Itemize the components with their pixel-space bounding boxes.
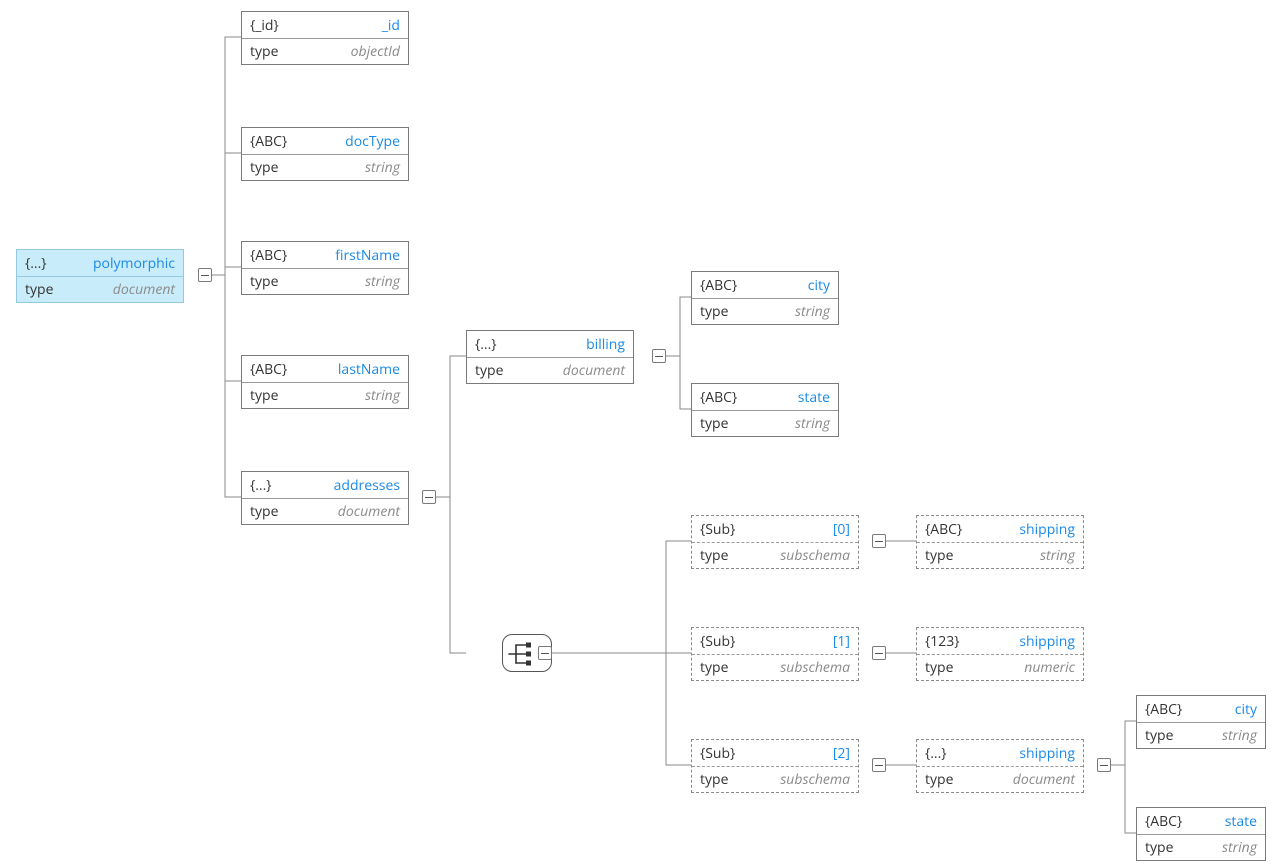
collapse-toggle[interactable]	[872, 758, 886, 772]
node-tag: {ABC}	[700, 276, 737, 295]
node-type: subschema	[728, 770, 850, 789]
type-label: type	[700, 658, 728, 677]
node-type: numeric	[953, 658, 1075, 677]
node-type: document	[953, 770, 1075, 789]
collapse-toggle[interactable]	[872, 534, 886, 548]
node-name: state	[737, 388, 830, 407]
node-billing-city[interactable]: {ABC}city typestring	[691, 271, 839, 325]
node-shipping-numeric[interactable]: {123}shipping typenumeric	[916, 627, 1084, 681]
branch-icon	[507, 639, 535, 669]
node-tag: {ABC}	[250, 360, 287, 379]
node-tag: {...}	[25, 254, 47, 273]
node-billing[interactable]: {...}billing typedocument	[466, 330, 634, 384]
node-type: string	[278, 158, 400, 177]
node-tag: {ABC}	[925, 520, 962, 539]
node-name: [1]	[735, 632, 850, 651]
node-id[interactable]: {_id}_id typeobjectId	[241, 11, 409, 65]
connector-lines	[0, 0, 1284, 864]
schema-diagram: {...}polymorphic typedocument {_id}_id t…	[0, 0, 1284, 864]
node-tag: {ABC}	[1145, 700, 1182, 719]
node-name: city	[1182, 700, 1257, 719]
node-tag: {_id}	[250, 16, 279, 35]
node-name: state	[1182, 812, 1257, 831]
node-name: shipping	[960, 632, 1075, 651]
node-tag: {ABC}	[700, 388, 737, 407]
node-sub2[interactable]: {Sub}[2] typesubschema	[691, 739, 859, 793]
type-label: type	[925, 770, 953, 789]
node-lastname[interactable]: {ABC}lastName typestring	[241, 355, 409, 409]
node-tag: {...}	[475, 335, 497, 354]
type-label: type	[700, 414, 728, 433]
node-name: addresses	[272, 476, 400, 495]
node-type: string	[953, 546, 1075, 565]
node-polymorphic[interactable]: {...}polymorphic typedocument	[16, 249, 184, 303]
collapse-toggle[interactable]	[872, 646, 886, 660]
node-sub1[interactable]: {Sub}[1] typesubschema	[691, 627, 859, 681]
collapse-toggle[interactable]	[422, 490, 436, 504]
node-shipping-document[interactable]: {...}shipping typedocument	[916, 739, 1084, 793]
node-name: polymorphic	[47, 254, 175, 273]
node-name: firstName	[287, 246, 400, 265]
node-type: string	[278, 272, 400, 291]
node-name: _id	[279, 16, 400, 35]
node-name: shipping	[947, 744, 1075, 763]
type-label: type	[1145, 726, 1173, 745]
node-type: document	[278, 502, 400, 521]
node-shipping-string[interactable]: {ABC}shipping typestring	[916, 515, 1084, 569]
node-type: string	[728, 414, 830, 433]
type-label: type	[250, 272, 278, 291]
node-tag: {123}	[925, 632, 960, 651]
type-label: type	[250, 502, 278, 521]
collapse-toggle[interactable]	[538, 646, 552, 660]
node-tag: {ABC}	[250, 246, 287, 265]
node-name: shipping	[962, 520, 1075, 539]
node-tag: {Sub}	[700, 520, 735, 539]
type-label: type	[925, 546, 953, 565]
node-addresses[interactable]: {...}addresses typedocument	[241, 471, 409, 525]
node-type: document	[503, 361, 625, 380]
node-name: billing	[497, 335, 625, 354]
node-type: subschema	[728, 546, 850, 565]
node-shipping-state[interactable]: {ABC}state typestring	[1136, 807, 1266, 861]
node-name: [2]	[735, 744, 850, 763]
node-type: string	[1173, 726, 1257, 745]
node-sub0[interactable]: {Sub}[0] typesubschema	[691, 515, 859, 569]
type-label: type	[250, 42, 278, 61]
node-type: document	[53, 280, 175, 299]
node-type: subschema	[728, 658, 850, 677]
node-type: string	[1173, 838, 1257, 857]
type-label: type	[700, 770, 728, 789]
node-tag: {ABC}	[1145, 812, 1182, 831]
node-type: string	[278, 386, 400, 405]
node-tag: {Sub}	[700, 744, 735, 763]
type-label: type	[700, 302, 728, 321]
collapse-toggle[interactable]	[198, 268, 212, 282]
node-firstname[interactable]: {ABC}firstName typestring	[241, 241, 409, 295]
node-tag: {...}	[925, 744, 947, 763]
node-type: objectId	[278, 42, 400, 61]
node-type: string	[728, 302, 830, 321]
type-label: type	[250, 158, 278, 177]
node-name: city	[737, 276, 830, 295]
node-tag: {ABC}	[250, 132, 287, 151]
type-label: type	[25, 280, 53, 299]
type-label: type	[475, 361, 503, 380]
node-billing-state[interactable]: {ABC}state typestring	[691, 383, 839, 437]
type-label: type	[250, 386, 278, 405]
collapse-toggle[interactable]	[1097, 758, 1111, 772]
node-shipping-city[interactable]: {ABC}city typestring	[1136, 695, 1266, 749]
node-name: lastName	[287, 360, 400, 379]
node-tag: {...}	[250, 476, 272, 495]
type-label: type	[1145, 838, 1173, 857]
type-label: type	[925, 658, 953, 677]
node-tag: {Sub}	[700, 632, 735, 651]
node-name: [0]	[735, 520, 850, 539]
node-doctype[interactable]: {ABC}docType typestring	[241, 127, 409, 181]
collapse-toggle[interactable]	[652, 349, 666, 363]
node-name: docType	[287, 132, 400, 151]
type-label: type	[700, 546, 728, 565]
